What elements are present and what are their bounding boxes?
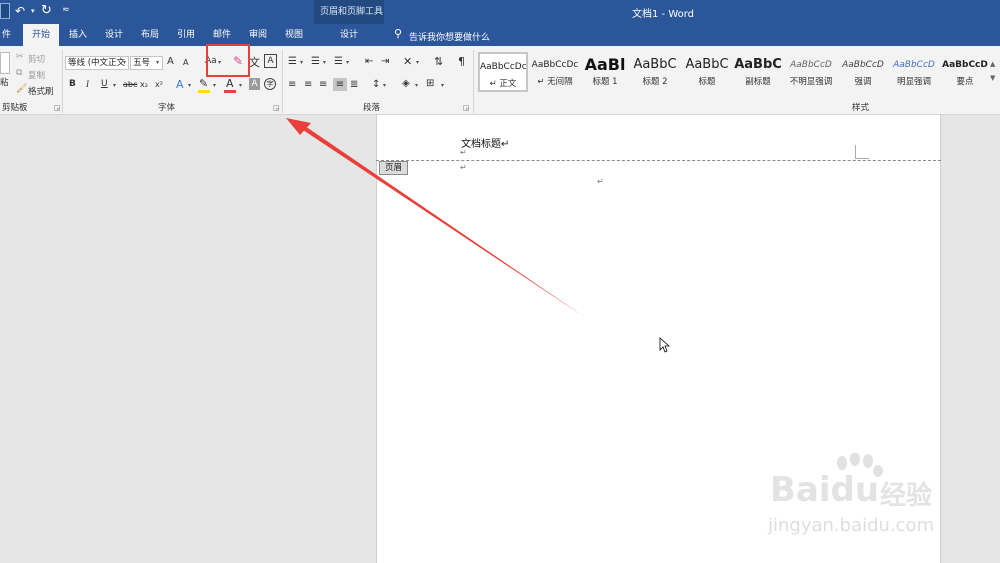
watermark-cn: 经验 (880, 481, 933, 511)
watermark-url: jingyan.baidu.com (768, 515, 935, 536)
arrow-shaft (300, 124, 586, 318)
mouse-cursor-icon (659, 337, 671, 353)
watermark-brand: Baidu (770, 470, 880, 510)
